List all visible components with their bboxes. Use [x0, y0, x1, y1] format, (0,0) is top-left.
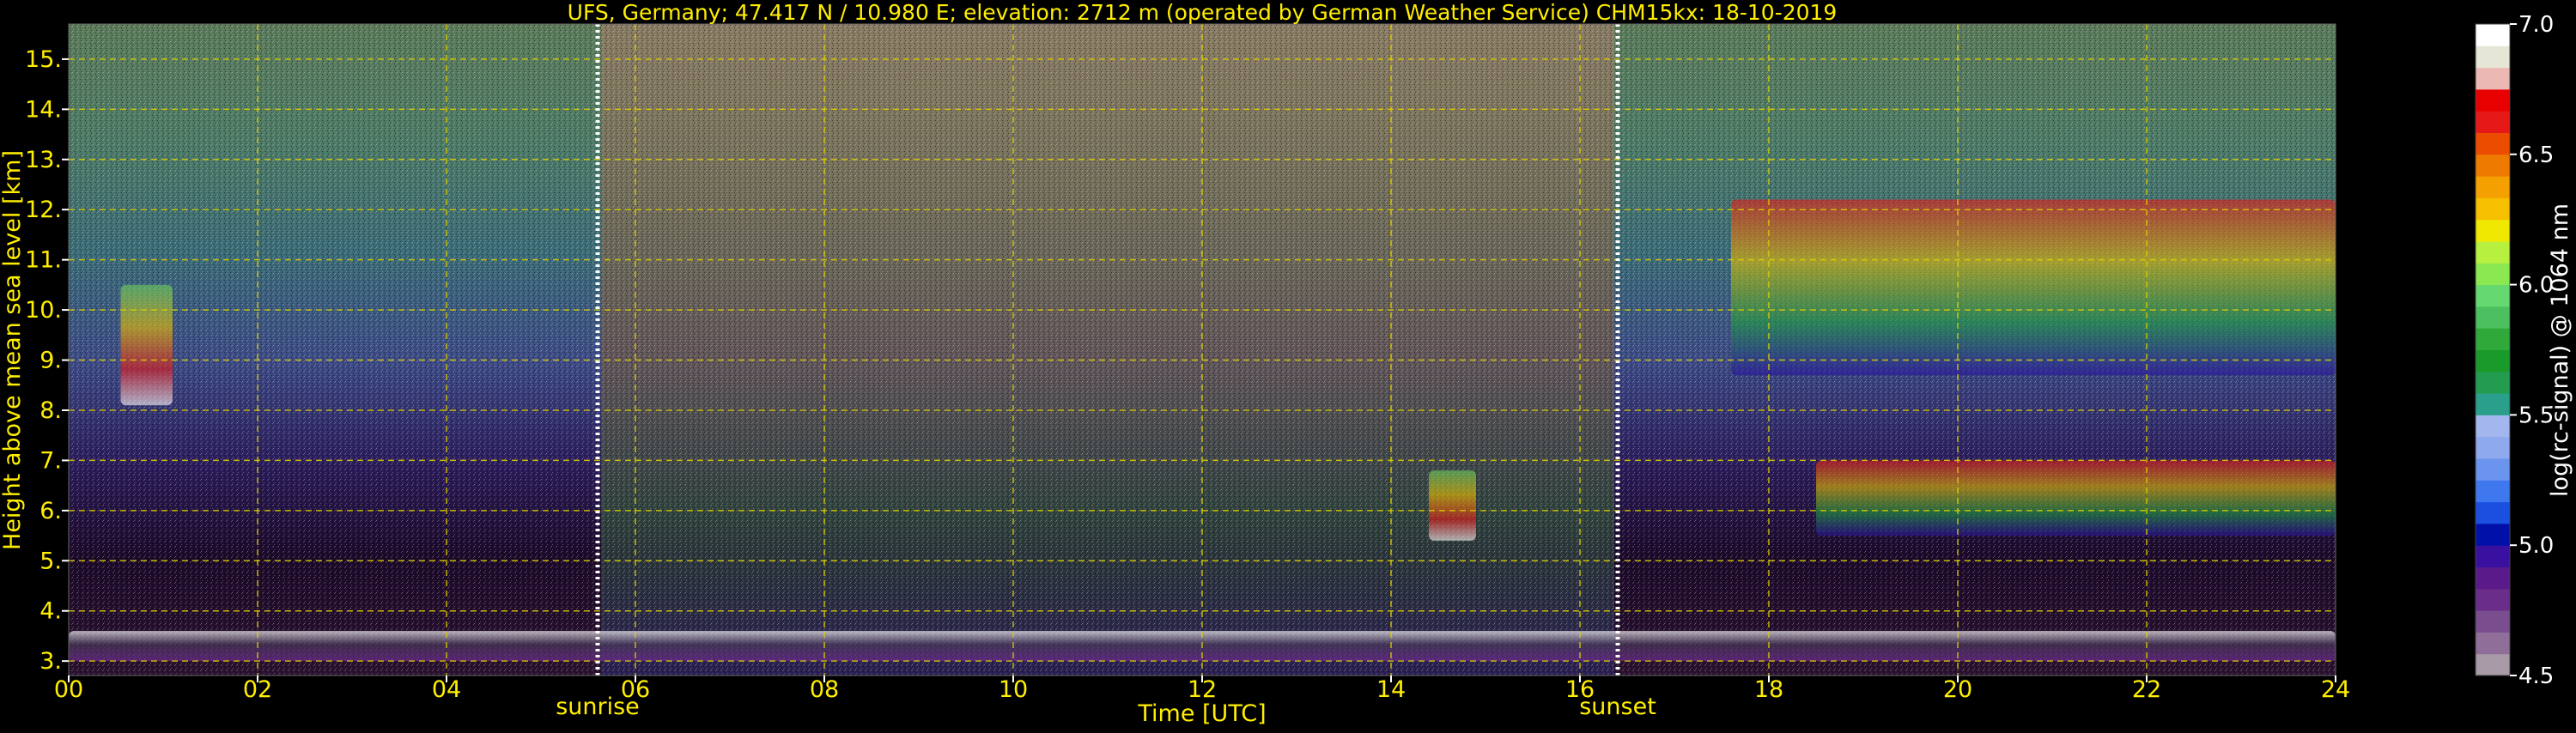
- colorbar-swatch: [2476, 328, 2510, 350]
- y-tick-label: 9.: [39, 348, 62, 374]
- colorbar-tick-label: 5.0: [2518, 533, 2554, 559]
- chart-root: sunrise sunset 00 02 04 06 08 10 12 14 16 18 20 22 24…: [0, 0, 2576, 730]
- x-tick-label: 06: [621, 676, 650, 703]
- colorbar-swatch: [2476, 263, 2510, 286]
- y-tick-label: 8.: [39, 397, 62, 424]
- colorbar-swatch: [2476, 241, 2510, 264]
- colorbar-swatch: [2476, 610, 2510, 633]
- y-tick-label: 10.: [25, 297, 62, 324]
- y-tick-label: 12.: [25, 197, 62, 223]
- colorbar-tick-label: 6.5: [2518, 142, 2554, 168]
- colorbar-swatch: [2476, 88, 2510, 112]
- y-tick-label: 4.: [39, 598, 62, 625]
- colorbar-swatch: [2476, 197, 2510, 221]
- x-tick-label: 00: [54, 676, 83, 703]
- colorbar-tick-label: 4.5: [2518, 663, 2554, 689]
- x-tick-label: 10: [999, 676, 1028, 703]
- signal-feature-mid-level-cloud-layer: [1816, 460, 2336, 536]
- colorbar-swatch: [2476, 415, 2510, 438]
- colorbar-label: log(rc-signal) @ 1064 nm: [2547, 203, 2573, 497]
- x-tick-label: 18: [1754, 676, 1783, 703]
- colorbar-swatch: [2476, 588, 2510, 611]
- chart-title: UFS, Germany; 47.417 N / 10.980 E; eleva…: [568, 0, 1838, 25]
- ceilometer-chart: sunrise sunset 00 02 04 06 08 10 12 14 16 18 20 22 24…: [0, 0, 2573, 727]
- colorbar-swatch: [2476, 349, 2510, 373]
- colorbar-tick-label: 7.0: [2518, 12, 2554, 38]
- colorbar-swatch: [2476, 219, 2510, 242]
- y-tick-label: 11.: [25, 247, 62, 274]
- y-tick-label: 6.: [39, 498, 62, 524]
- colorbar-swatch: [2476, 284, 2510, 307]
- signal-feature-cloud: [120, 284, 173, 406]
- y-axis-label: Height above mean sea level [km]: [0, 150, 26, 550]
- colorbar-swatch: [2476, 24, 2510, 46]
- colorbar-swatch: [2476, 436, 2510, 459]
- colorbar-swatch: [2476, 111, 2510, 133]
- signal-feature-cloud: [1429, 470, 1476, 541]
- x-tick-label: 08: [810, 676, 839, 703]
- colorbar-swatch: [2476, 67, 2510, 90]
- x-axis-label: Time [UTC]: [1137, 700, 1266, 727]
- x-tick-label: 24: [2321, 676, 2350, 703]
- colorbar-swatch: [2476, 653, 2510, 676]
- x-tick-label: 12: [1188, 676, 1217, 703]
- x-tick-label: 02: [243, 676, 272, 703]
- x-tick-label: 14: [1376, 676, 1406, 703]
- y-axis: 3. 4. 5. 6. 7. 8. 9. 10. 11. 12. 13. 14. 15.: [25, 46, 69, 675]
- x-tick-label: 22: [2132, 676, 2161, 703]
- colorbar-swatch: [2476, 154, 2510, 177]
- x-axis: 00 02 04 06 08 10 12 14 16 18 20 22 24: [54, 675, 2350, 703]
- colorbar-swatch: [2476, 545, 2510, 567]
- colorbar: 4.55.05.56.06.57.0: [2475, 12, 2554, 689]
- colorbar-swatch: [2476, 45, 2510, 69]
- colorbar-swatch: [2476, 458, 2510, 481]
- colorbar-swatch: [2476, 132, 2510, 155]
- colorbar-swatch: [2476, 393, 2510, 415]
- y-tick-label: 13.: [25, 147, 62, 173]
- signal-feature-cirrus: [1731, 199, 2336, 376]
- colorbar-swatch: [2476, 523, 2510, 546]
- x-tick-label: 04: [432, 676, 461, 703]
- colorbar-swatch: [2476, 480, 2510, 503]
- colorbar-swatch: [2476, 566, 2510, 590]
- colorbar-swatch: [2476, 371, 2510, 394]
- y-tick-label: 3.: [39, 648, 62, 675]
- colorbar-swatch: [2476, 306, 2510, 329]
- colorbar-swatch: [2476, 632, 2510, 655]
- y-tick-label: 14.: [25, 96, 62, 123]
- x-tick-label: 20: [1943, 676, 1972, 703]
- y-tick-label: 7.: [39, 447, 62, 474]
- x-tick-label: 16: [1565, 676, 1595, 703]
- colorbar-swatch: [2476, 501, 2510, 524]
- y-tick-label: 15.: [25, 46, 62, 73]
- colorbar-swatch: [2476, 176, 2510, 198]
- y-tick-label: 5.: [39, 548, 62, 574]
